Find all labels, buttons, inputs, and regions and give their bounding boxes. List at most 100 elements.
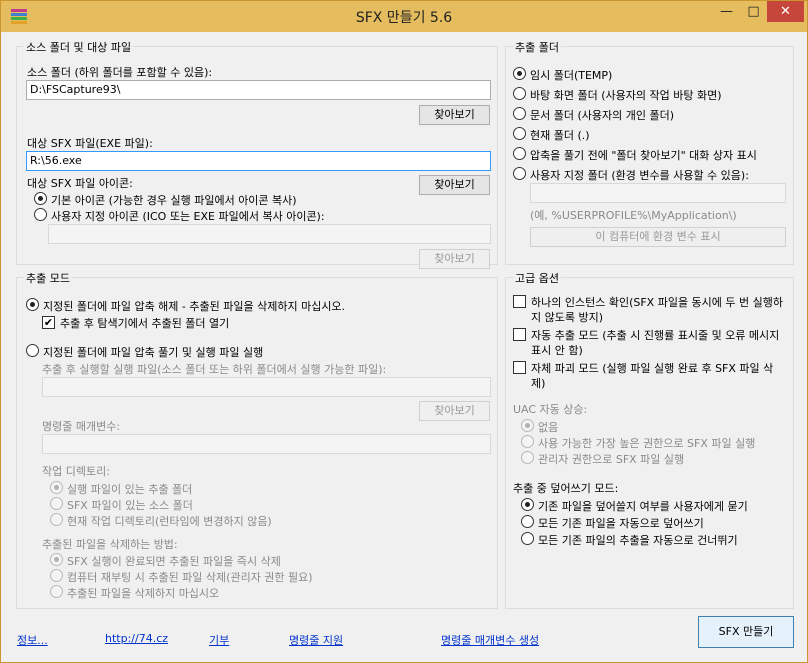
radio-indicator (50, 497, 63, 510)
current-folder-radio[interactable]: 현재 폴더 (.) (513, 127, 590, 143)
source-target-group: 소스 폴더 및 대상 파일 소스 폴더 (하위 폴더를 포함할 수 있음): D… (16, 39, 498, 269)
workdir-current-radio[interactable]: 현재 작업 디렉토리(런타임에 변경하지 않음) (50, 513, 272, 529)
radio-indicator (513, 167, 526, 180)
custom-folder-radio[interactable]: 사용자 지정 폴더 (환경 변수를 사용할 수 있음): (513, 167, 749, 183)
radio-indicator (521, 515, 534, 528)
radio-label: 임시 폴더(TEMP) (530, 69, 613, 82)
extract-only-radio[interactable]: 지정된 폴더에 파일 압축 해제 - 추출된 파일을 삭제하지 마십시오. (26, 298, 345, 314)
browse-icon-button[interactable]: 찾아보기 (419, 249, 490, 269)
target-file-input[interactable]: R:\56.exe (26, 151, 491, 171)
minimize-icon[interactable]: — (713, 1, 740, 22)
group-legend: 소스 폴더 및 대상 파일 (24, 39, 134, 55)
radio-indicator (513, 147, 526, 160)
show-env-vars-button[interactable]: 이 컴퓨터에 환경 변수 표시 (530, 227, 786, 247)
radio-label: 바탕 화면 폴더 (사용자의 작업 바탕 화면) (530, 89, 722, 102)
delete-on-reboot-radio[interactable]: 컴퓨터 재부팅 시 추출된 파일 삭제(관리자 권한 필요) (50, 569, 313, 585)
cmd-params-label: 명령줄 매개변수: (42, 420, 121, 433)
radio-indicator (50, 585, 63, 598)
website-link[interactable]: http://74.cz (105, 632, 168, 645)
desktop-folder-radio[interactable]: 바탕 화면 폴더 (사용자의 작업 바탕 화면) (513, 87, 721, 103)
run-exe-label: 추출 후 실행할 실행 파일(소스 폴더 또는 하위 폴더에서 실행 가능한 파… (42, 363, 387, 376)
radio-label: 모든 기존 파일의 추출을 자동으로 건너뛰기 (538, 534, 738, 547)
radio-label: 기본 아이콘 (가능한 경우 실행 파일에서 아이콘 복사) (51, 194, 297, 207)
donate-link[interactable]: 기부 (209, 632, 229, 648)
window-title: SFX 만들기 5.6 (355, 10, 453, 26)
radio-label: 모든 기존 파일을 자동으로 덮어쓰기 (538, 517, 704, 530)
working-dir-label: 작업 디렉토리: (42, 465, 110, 478)
documents-folder-radio[interactable]: 문서 폴더 (사용자의 개인 폴더) (513, 107, 674, 123)
run-exe-input[interactable] (42, 377, 491, 397)
overwrite-ask-radio[interactable]: 기존 파일을 덮어쓸지 여부를 사용자에게 묻기 (521, 498, 748, 514)
delete-method-label: 추출된 파일을 삭제하는 방법: (42, 538, 178, 551)
checkmark-icon: ✔ (42, 316, 55, 329)
radio-label: 기존 파일을 덮어쓸지 여부를 사용자에게 묻기 (538, 500, 748, 513)
cmd-support-link[interactable]: 명령줄 지원 (289, 632, 343, 648)
checkbox-label: 자동 추출 모드 (추출 시 진행률 표시줄 및 오류 메시지 표시 안 함) (531, 329, 780, 357)
cmd-params-input[interactable] (42, 434, 491, 454)
uac-label: UAC 자동 상승: (513, 403, 588, 416)
checkbox-label: 자체 파괴 모드 (실행 파일 실행 완료 후 SFX 파일 삭제) (531, 362, 774, 390)
radio-indicator (50, 481, 63, 494)
custom-icon-input[interactable] (48, 224, 491, 244)
open-explorer-checkbox[interactable]: ✔ 추출 후 탐색기에서 추출된 폴더 열기 (42, 316, 229, 331)
browse-source-button[interactable]: 찾아보기 (419, 105, 490, 125)
uac-none-radio[interactable]: 없음 (521, 419, 558, 435)
radio-label: 사용자 지정 아이콘 (ICO 또는 EXE 파일에서 복사 아이콘): (51, 210, 325, 223)
radio-label: 추출된 파일을 삭제하지 마십시오 (67, 587, 220, 600)
radio-label: 관리자 권한으로 SFX 파일 실행 (538, 453, 685, 466)
maximize-icon[interactable]: □ (740, 1, 767, 22)
radio-label: 현재 폴더 (.) (530, 129, 590, 142)
radio-indicator (521, 451, 534, 464)
uac-admin-radio[interactable]: 관리자 권한으로 SFX 파일 실행 (521, 451, 684, 467)
checkbox-label: 하나의 인스턴스 확인(SFX 파일을 동시에 두 번 실행하지 않도록 방지) (531, 296, 784, 324)
browse-target-button[interactable]: 찾아보기 (419, 175, 490, 195)
target-file-label: 대상 SFX 파일(EXE 파일): (27, 137, 153, 150)
radio-indicator (521, 419, 534, 432)
source-folder-label: 소스 폴더 (하위 폴더를 포함할 수 있음): (27, 66, 213, 79)
uac-highest-radio[interactable]: 사용 가능한 가장 높은 권한으로 SFX 파일 실행 (521, 435, 755, 451)
browse-dialog-radio[interactable]: 압축을 풀기 전에 "폴더 찾아보기" 대화 상자 표시 (513, 147, 757, 163)
checkbox-label: 추출 후 탐색기에서 추출된 폴더 열기 (60, 317, 230, 330)
skip-all-radio[interactable]: 모든 기존 파일의 추출을 자동으로 건너뛰기 (521, 532, 738, 548)
close-icon[interactable]: ✕ (767, 1, 804, 22)
delete-immediately-radio[interactable]: SFX 실행이 완료되면 추출된 파일을 즉시 삭제 (50, 553, 281, 569)
advanced-options-group: 고급 옵션 하나의 인스턴스 확인(SFX 파일을 동시에 두 번 실행하지 않… (505, 270, 794, 609)
silent-mode-checkbox[interactable]: 자동 추출 모드 (추출 시 진행률 표시줄 및 오류 메시지 표시 안 함) (513, 328, 787, 358)
do-not-delete-radio[interactable]: 추출된 파일을 삭제하지 마십시오 (50, 585, 219, 601)
radio-label: 사용자 지정 폴더 (환경 변수를 사용할 수 있음): (530, 169, 749, 182)
browse-exe-button[interactable]: 찾아보기 (419, 401, 490, 421)
radio-label: 문서 폴더 (사용자의 개인 폴더) (530, 109, 675, 122)
radio-indicator (521, 435, 534, 448)
custom-icon-radio[interactable]: 사용자 지정 아이콘 (ICO 또는 EXE 파일에서 복사 아이콘): (34, 208, 325, 224)
workdir-source-radio[interactable]: SFX 파일이 있는 소스 폴더 (50, 497, 193, 513)
custom-folder-input[interactable] (530, 183, 786, 203)
custom-folder-example: (예, %USERPROFILE%\MyApplication\) (530, 209, 737, 222)
extract-and-run-radio[interactable]: 지정된 폴더에 파일 압축 풀기 및 실행 파일 실행 (26, 344, 263, 360)
self-destruct-checkbox[interactable]: 자체 파괴 모드 (실행 파일 실행 완료 후 SFX 파일 삭제) (513, 361, 787, 391)
radio-label: 지정된 폴더에 파일 압축 풀기 및 실행 파일 실행 (43, 346, 264, 359)
radio-indicator (34, 208, 47, 221)
radio-indicator (521, 532, 534, 545)
info-link[interactable]: 정보... (17, 632, 48, 648)
single-instance-checkbox[interactable]: 하나의 인스턴스 확인(SFX 파일을 동시에 두 번 실행하지 않도록 방지) (513, 295, 787, 325)
source-folder-input[interactable]: D:\FSCapture93\ (26, 80, 491, 100)
overwrite-all-radio[interactable]: 모든 기존 파일을 자동으로 덮어쓰기 (521, 515, 704, 531)
default-icon-radio[interactable]: 기본 아이콘 (가능한 경우 실행 파일에서 아이콘 복사) (34, 192, 297, 208)
radio-indicator (26, 298, 39, 311)
radio-label: SFX 실행이 완료되면 추출된 파일을 즉시 삭제 (67, 555, 281, 568)
create-sfx-button[interactable]: SFX 만들기 (698, 616, 794, 648)
radio-indicator (513, 127, 526, 140)
extract-mode-group: 추출 모드 지정된 폴더에 파일 압축 해제 - 추출된 파일을 삭제하지 마십… (16, 270, 498, 609)
cmd-params-generate-link[interactable]: 명령줄 매개변수 생성 (441, 632, 539, 648)
temp-folder-radio[interactable]: 임시 폴더(TEMP) (513, 67, 612, 83)
radio-indicator (513, 87, 526, 100)
radio-label: 없음 (538, 421, 559, 434)
group-legend: 고급 옵션 (513, 270, 561, 286)
radio-label: 사용 가능한 가장 높은 권한으로 SFX 파일 실행 (538, 437, 756, 450)
radio-label: 실행 파일이 있는 추출 폴더 (67, 483, 193, 496)
radio-indicator (513, 67, 526, 80)
workdir-extract-radio[interactable]: 실행 파일이 있는 추출 폴더 (50, 481, 192, 497)
radio-label: 지정된 폴더에 파일 압축 해제 - 추출된 파일을 삭제하지 마십시오. (43, 300, 346, 313)
title-bar[interactable]: SFX 만들기 5.6 — □ ✕ (1, 1, 807, 32)
client-area: 소스 폴더 및 대상 파일 소스 폴더 (하위 폴더를 포함할 수 있음): D… (9, 32, 801, 656)
